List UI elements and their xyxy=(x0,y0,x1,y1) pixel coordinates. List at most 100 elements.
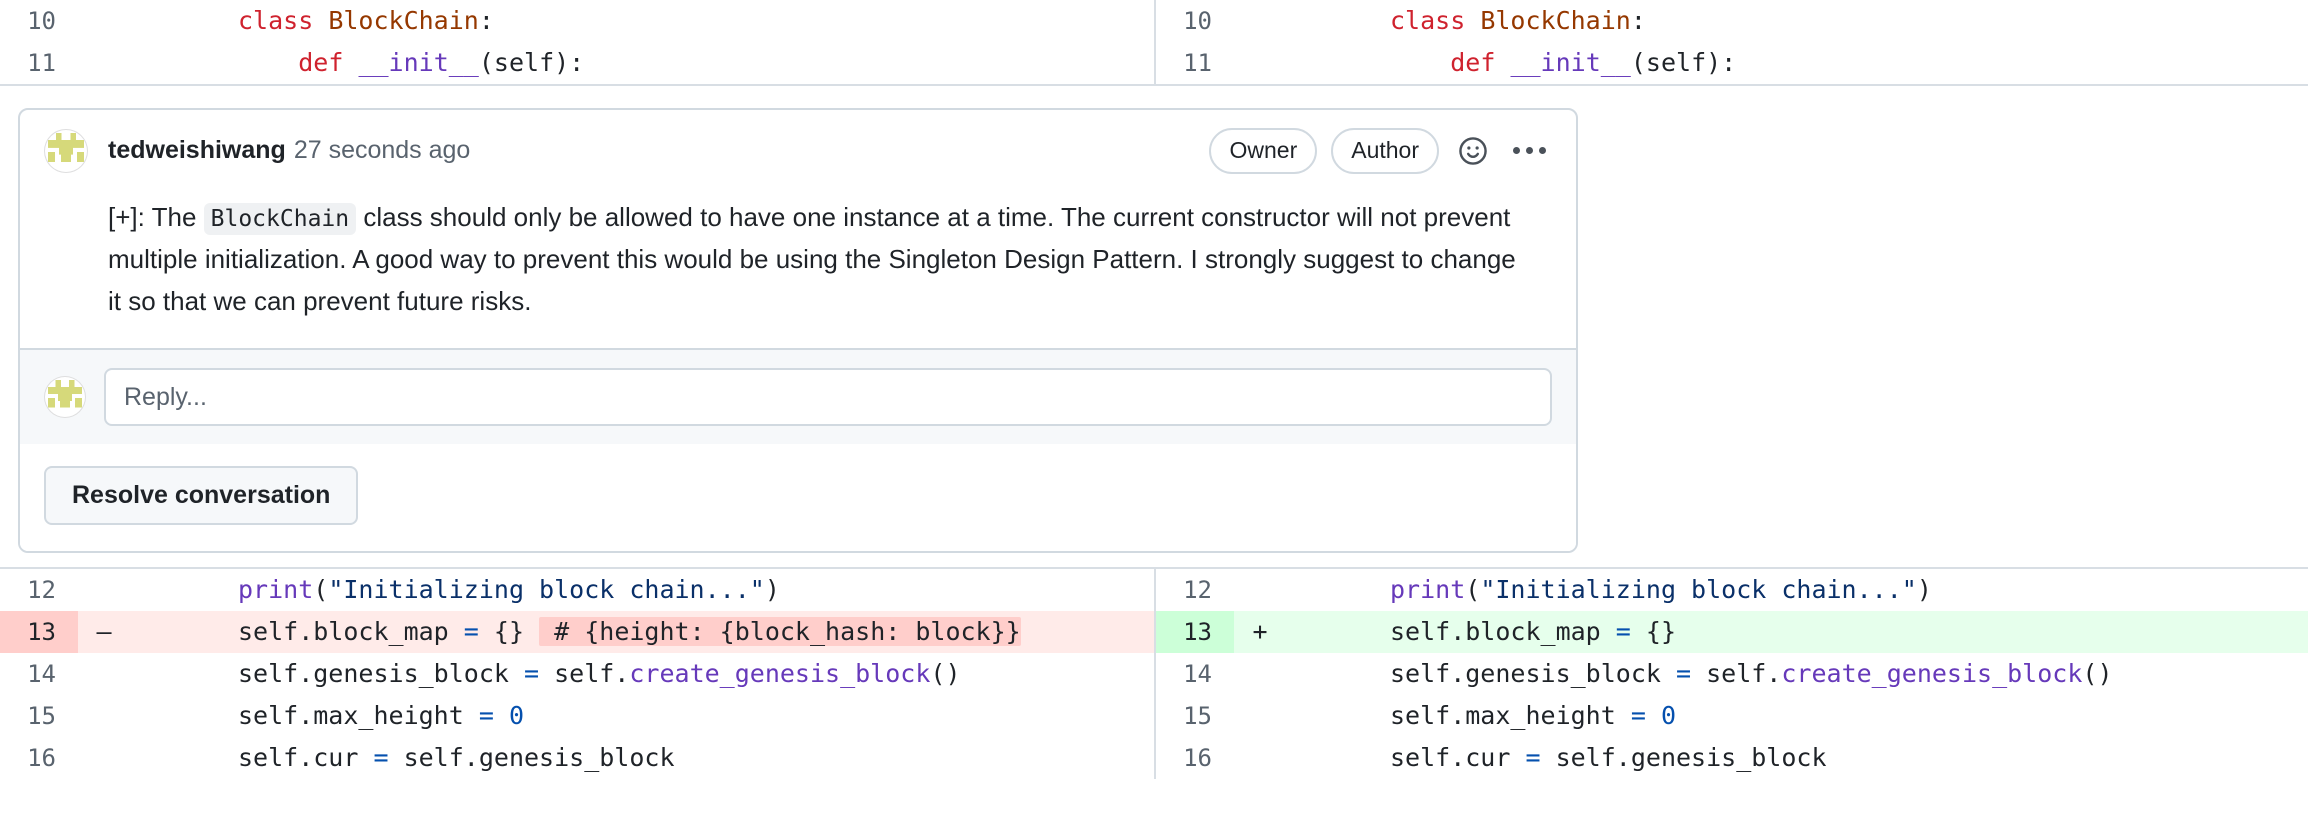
code-token: self. xyxy=(1691,659,1782,689)
code-token: {} xyxy=(478,617,540,647)
code-token: self.genesis_block xyxy=(1540,743,1827,773)
code-line-row[interactable]: 16 self.cur = self.genesis_block xyxy=(1156,737,2308,779)
code-token: "Initializing block chain..." xyxy=(1480,575,1917,605)
code-line-row[interactable]: 13– self.block_map = {} # {height: {block… xyxy=(0,611,1154,654)
comment-card: tedweishiwang 27 seconds ago Owner Autho… xyxy=(18,108,1578,554)
code-token: self. xyxy=(539,659,630,689)
code-token: = xyxy=(1630,701,1646,731)
line-number[interactable]: 10 xyxy=(0,0,78,42)
diff-bottom-code: 12 print("Initializing block chain...") 13… xyxy=(0,569,2308,780)
badge-owner: Owner xyxy=(1209,128,1318,174)
code-token: self.block_map xyxy=(238,617,464,647)
code-token: : xyxy=(1630,6,1646,35)
code-line-row[interactable]: 11 def __init__(self): xyxy=(0,42,1154,84)
kebab-menu-icon[interactable] xyxy=(1507,147,1552,155)
line-number[interactable]: 12 xyxy=(0,569,78,611)
comment-body: [+]: The BlockChain class should only be… xyxy=(108,196,1528,322)
code-line-row[interactable]: 12 print("Initializing block chain...") xyxy=(1156,569,2308,611)
code-content: self.block_map = {} # {height: {block_ha… xyxy=(130,611,1154,653)
reply-avatar xyxy=(44,376,86,419)
resolve-zone: Resolve conversation xyxy=(20,444,1576,552)
code-token: = xyxy=(1525,743,1541,773)
code-token: self.block_map xyxy=(1390,617,1616,647)
code-content: self.max_height = 0 xyxy=(130,695,1154,737)
line-number[interactable]: 13 xyxy=(0,611,78,654)
code-content: print("Initializing block chain...") xyxy=(1286,569,2308,611)
avatar[interactable] xyxy=(44,128,88,173)
resolve-conversation-button[interactable]: Resolve conversation xyxy=(44,466,359,526)
code-content: class BlockChain: xyxy=(130,0,1154,42)
code-token: self.genesis_block xyxy=(388,743,675,773)
smiley-icon[interactable] xyxy=(1453,131,1493,171)
code-token: def xyxy=(298,48,359,77)
code-line-row[interactable]: 15 self.max_height = 0 xyxy=(1156,695,2308,737)
code-content: self.max_height = 0 xyxy=(1286,695,2308,737)
comment-author[interactable]: tedweishiwang xyxy=(108,136,286,165)
code-token: 0 xyxy=(508,701,525,731)
line-number[interactable]: 14 xyxy=(1156,653,1234,695)
code-token: BlockChain xyxy=(328,6,479,35)
line-number[interactable]: 11 xyxy=(0,42,78,84)
diff-pane-right-top: 10 class BlockChain: 11 def __init__(self)… xyxy=(1154,0,2308,84)
code-content: self.cur = self.genesis_block xyxy=(1286,737,2308,779)
line-number[interactable]: 15 xyxy=(1156,695,1234,737)
line-number[interactable]: 10 xyxy=(1156,0,1234,42)
code-line-row[interactable]: 10 class BlockChain: xyxy=(1156,0,2308,42)
code-token: def xyxy=(1450,48,1511,77)
code-token: create_genesis_block xyxy=(1781,659,2083,689)
code-token: create_genesis_block xyxy=(629,659,931,689)
comment-header: tedweishiwang 27 seconds ago Owner Autho… xyxy=(44,128,1552,174)
identicon-icon xyxy=(48,132,84,169)
line-number[interactable]: 14 xyxy=(0,653,78,695)
diff-pane-right-bottom: 12 print("Initializing block chain...") 13… xyxy=(1154,569,2308,780)
code-line-row[interactable]: 10 class BlockChain: xyxy=(0,0,1154,42)
code-token: () xyxy=(2082,659,2113,689)
code-line-row[interactable]: 14 self.genesis_block = self.create_genes… xyxy=(1156,653,2308,695)
code-content: self.cur = self.genesis_block xyxy=(130,737,1154,779)
badge-author: Author xyxy=(1331,128,1439,174)
code-line-row[interactable]: 14 self.genesis_block = self.create_genes… xyxy=(0,653,1154,695)
code-token: () xyxy=(930,659,961,689)
code-token: self.genesis_block xyxy=(238,659,524,689)
line-number[interactable]: 13 xyxy=(1156,611,1234,654)
code-token: = xyxy=(463,617,479,647)
line-number[interactable]: 16 xyxy=(0,737,78,779)
code-token: (self): xyxy=(1630,48,1737,77)
code-content: def __init__(self): xyxy=(1286,42,2308,84)
line-number[interactable]: 12 xyxy=(1156,569,1234,611)
code-token: ( xyxy=(313,575,329,605)
line-number[interactable]: 15 xyxy=(0,695,78,737)
diff-top-context: 10 class BlockChain: 11 def __init__(self)… xyxy=(0,0,2308,84)
code-line-row[interactable]: 11 def __init__(self): xyxy=(1156,42,2308,84)
comment-body-wrap: tedweishiwang 27 seconds ago Owner Autho… xyxy=(20,110,1576,348)
reply-input[interactable] xyxy=(104,368,1552,427)
pr-diff-view: 10 class BlockChain: 11 def __init__(self)… xyxy=(0,0,2308,838)
code-token: self.cur xyxy=(238,743,374,773)
comment-timestamp: 27 seconds ago xyxy=(293,136,471,165)
code-token: # {height: {block_hash: block}} xyxy=(539,617,1021,647)
code-token: = xyxy=(373,743,389,773)
code-content: class BlockChain: xyxy=(1286,0,2308,42)
code-line-row[interactable]: 15 self.max_height = 0 xyxy=(0,695,1154,737)
comment-header-actions: Owner Author xyxy=(1209,128,1552,174)
line-number[interactable]: 16 xyxy=(1156,737,1234,779)
code-line-row[interactable]: 16 self.cur = self.genesis_block xyxy=(0,737,1154,779)
reply-zone xyxy=(20,348,1576,445)
code-token: "Initializing block chain..." xyxy=(328,575,765,605)
diff-marker: + xyxy=(1252,617,1268,647)
code-token: = xyxy=(478,701,494,731)
code-token: : xyxy=(478,6,494,35)
code-line-row[interactable]: 13 + self.block_map = {} xyxy=(1156,611,2308,654)
line-number[interactable]: 11 xyxy=(1156,42,1234,84)
code-token: self.cur xyxy=(1390,743,1526,773)
code-line-row[interactable]: 12 print("Initializing block chain...") xyxy=(0,569,1154,611)
inline-code-blockchain: BlockChain xyxy=(203,202,357,235)
code-token: (self): xyxy=(478,48,585,77)
code-token: __init__ xyxy=(1510,48,1631,77)
code-token: __init__ xyxy=(358,48,479,77)
code-content: self.block_map = {} xyxy=(1286,611,2308,653)
code-content: print("Initializing block chain...") xyxy=(130,569,1154,611)
code-token: ) xyxy=(1916,575,1932,605)
